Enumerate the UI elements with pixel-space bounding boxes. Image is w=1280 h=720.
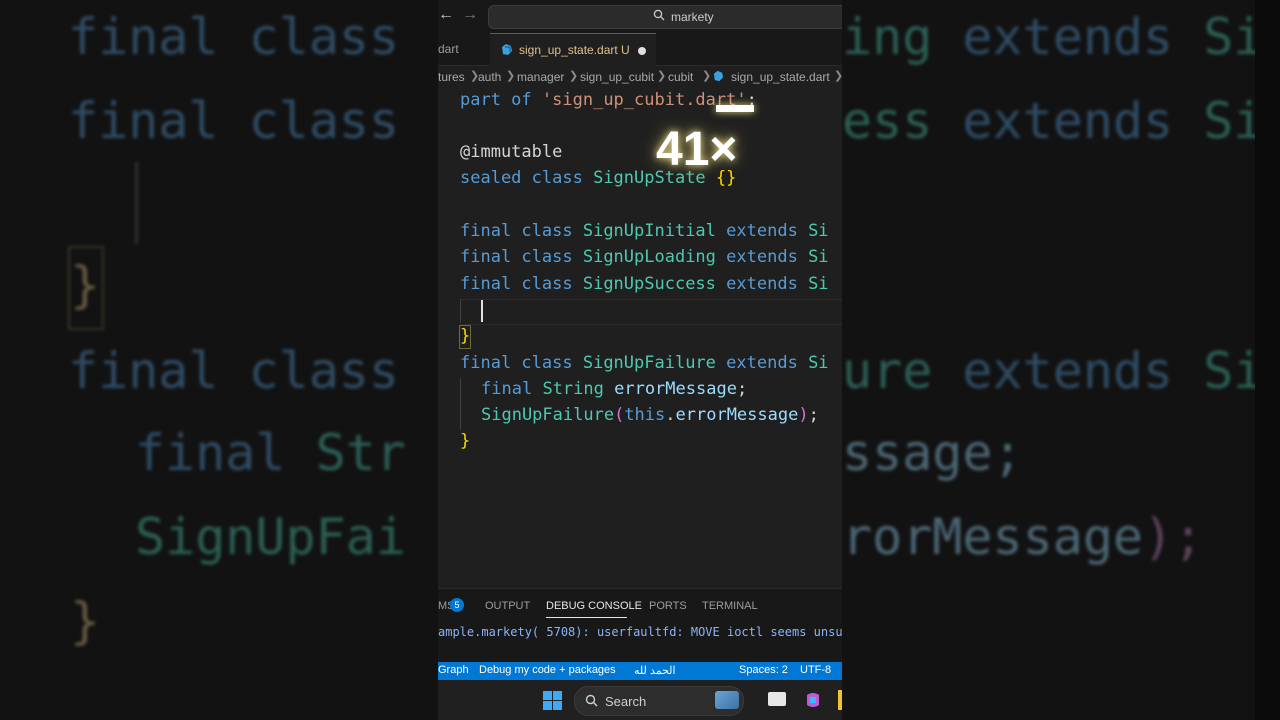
code-line-close-brace: } bbox=[460, 326, 471, 346]
breadcrumb-item[interactable]: sign_up_state.dart bbox=[731, 70, 830, 84]
bg-line-4: final class bbox=[68, 342, 400, 400]
code-editor[interactable]: part of 'sign_up_cubit.dart'; @immutable… bbox=[438, 88, 842, 588]
overlay-counter: 41× bbox=[656, 123, 738, 176]
bottom-panel: MS 5 OUTPUT DEBUG CONSOLE PORTS TERMINAL… bbox=[438, 588, 842, 663]
dart-file-icon bbox=[502, 44, 512, 55]
code-line-failure: final class SignUpFailure extends Si bbox=[460, 353, 829, 373]
background-code: final class final class } final class fi… bbox=[0, 0, 438, 720]
code-line-field: final String errorMessage; bbox=[481, 379, 748, 399]
tab-label: sign_up_state.dart bbox=[519, 43, 618, 57]
status-indentation[interactable]: Spaces: 2 bbox=[739, 664, 788, 676]
background-code-right: ing extends Si ess extends Si ure extend… bbox=[842, 0, 1280, 720]
chevron-right-icon: ❯ bbox=[702, 70, 712, 82]
bg-brace-2: } bbox=[70, 592, 101, 650]
breadcrumb-item[interactable]: tures bbox=[438, 70, 465, 84]
tab-previous-file[interactable]: dart bbox=[438, 42, 459, 56]
tab-output[interactable]: OUTPUT bbox=[485, 600, 530, 612]
status-graph[interactable]: Graph bbox=[438, 664, 469, 676]
bg-right-line-5: ssage; bbox=[842, 424, 1023, 482]
problems-count-badge: 5 bbox=[450, 598, 464, 612]
bg-line-2: final class bbox=[68, 92, 400, 150]
task-view-icon[interactable] bbox=[768, 692, 786, 706]
tab-sign-up-state[interactable]: sign_up_state.dart U bbox=[490, 33, 656, 66]
right-edge-bar bbox=[1255, 0, 1280, 720]
current-line-highlight bbox=[460, 299, 842, 325]
search-text: markety bbox=[671, 10, 714, 24]
title-bar: ← → markety bbox=[438, 0, 842, 33]
dart-file-icon bbox=[713, 70, 724, 82]
bg-indent-guide bbox=[135, 162, 138, 244]
search-icon bbox=[653, 9, 665, 21]
breadcrumb-item[interactable]: manager bbox=[517, 70, 564, 84]
editor-tab-bar: dart sign_up_state.dart U bbox=[438, 33, 842, 66]
status-encoding[interactable]: UTF-8 bbox=[800, 664, 831, 676]
code-line-initial: final class SignUpInitial extends Si bbox=[460, 221, 829, 241]
chevron-right-icon: ❯ bbox=[834, 69, 842, 82]
code-line-constructor: SignUpFailure(this.errorMessage); bbox=[481, 405, 819, 425]
forward-arrow-icon[interactable]: → bbox=[462, 6, 478, 24]
code-line-loading: final class SignUpLoading extends Si bbox=[460, 247, 829, 267]
chevron-right-icon: ❯ bbox=[657, 70, 667, 82]
bg-line-1: final class bbox=[68, 8, 400, 66]
active-tab-underline bbox=[546, 617, 627, 618]
breadcrumb-item[interactable]: sign_up_cubit bbox=[580, 70, 654, 84]
chevron-right-icon: ❯ bbox=[506, 70, 516, 82]
code-line-close-brace-2: } bbox=[460, 431, 471, 451]
search-icon bbox=[585, 694, 598, 707]
status-debug-mode[interactable]: Debug my code + packages bbox=[479, 664, 616, 676]
bg-right-line-1: ing extends Si bbox=[842, 8, 1264, 66]
taskbar-search-label: Search bbox=[605, 694, 647, 709]
tab-ports[interactable]: PORTS bbox=[649, 600, 687, 612]
breadcrumb-item[interactable]: auth bbox=[478, 70, 501, 84]
indent-guide bbox=[460, 299, 461, 323]
tab-terminal[interactable]: TERMINAL bbox=[702, 600, 758, 612]
code-line-success: final class SignUpSuccess extends Si bbox=[460, 274, 829, 294]
command-center-search[interactable]: markety bbox=[488, 5, 842, 29]
status-bar: Graph Debug my code + packages الحمد لله… bbox=[438, 662, 842, 680]
copilot-icon[interactable] bbox=[804, 691, 822, 709]
text-cursor bbox=[481, 300, 483, 322]
back-arrow-icon[interactable]: ← bbox=[438, 6, 454, 24]
editor-window: ← → markety dart sign_up_state.dart U tu… bbox=[438, 0, 842, 720]
tab-debug-console[interactable]: DEBUG CONSOLE bbox=[546, 600, 642, 612]
search-highlight-icon bbox=[715, 691, 739, 709]
indent-guide bbox=[460, 378, 461, 430]
bg-brace: } bbox=[70, 256, 101, 314]
code-line-annotation: @immutable bbox=[460, 142, 563, 162]
chevron-right-icon: ❯ bbox=[569, 70, 579, 82]
background-right-panel: ing extends Si ess extends Si ure extend… bbox=[842, 0, 1280, 720]
tab-git-status: U bbox=[621, 43, 630, 57]
unsaved-dot-icon[interactable] bbox=[638, 47, 646, 55]
status-arabic-text: الحمد لله bbox=[634, 665, 676, 677]
bg-right-line-6: rorMessage); bbox=[842, 508, 1204, 566]
file-explorer-icon[interactable] bbox=[838, 690, 842, 710]
breadcrumb: tures ❯ auth ❯ manager ❯ sign_up_cubit ❯… bbox=[438, 66, 842, 88]
overlay-underline bbox=[716, 105, 754, 112]
windows-start-icon[interactable] bbox=[543, 691, 562, 710]
windows-taskbar: Search bbox=[438, 680, 842, 720]
bg-right-line-4: ure extends Si bbox=[842, 342, 1264, 400]
code-line-part-of: part of 'sign_up_cubit.dart'; bbox=[460, 90, 757, 110]
bg-right-line-2: ess extends Si bbox=[842, 92, 1264, 150]
console-output-line: ample.markety( 5708): userfaultfd: MOVE … bbox=[438, 625, 842, 639]
taskbar-search[interactable]: Search bbox=[574, 686, 744, 716]
breadcrumb-item[interactable]: cubit bbox=[668, 70, 693, 84]
bg-line-6: SignUpFai bbox=[135, 508, 406, 566]
background-left-panel: final class final class } final class fi… bbox=[0, 0, 438, 720]
bg-line-5: final Str bbox=[135, 424, 406, 482]
